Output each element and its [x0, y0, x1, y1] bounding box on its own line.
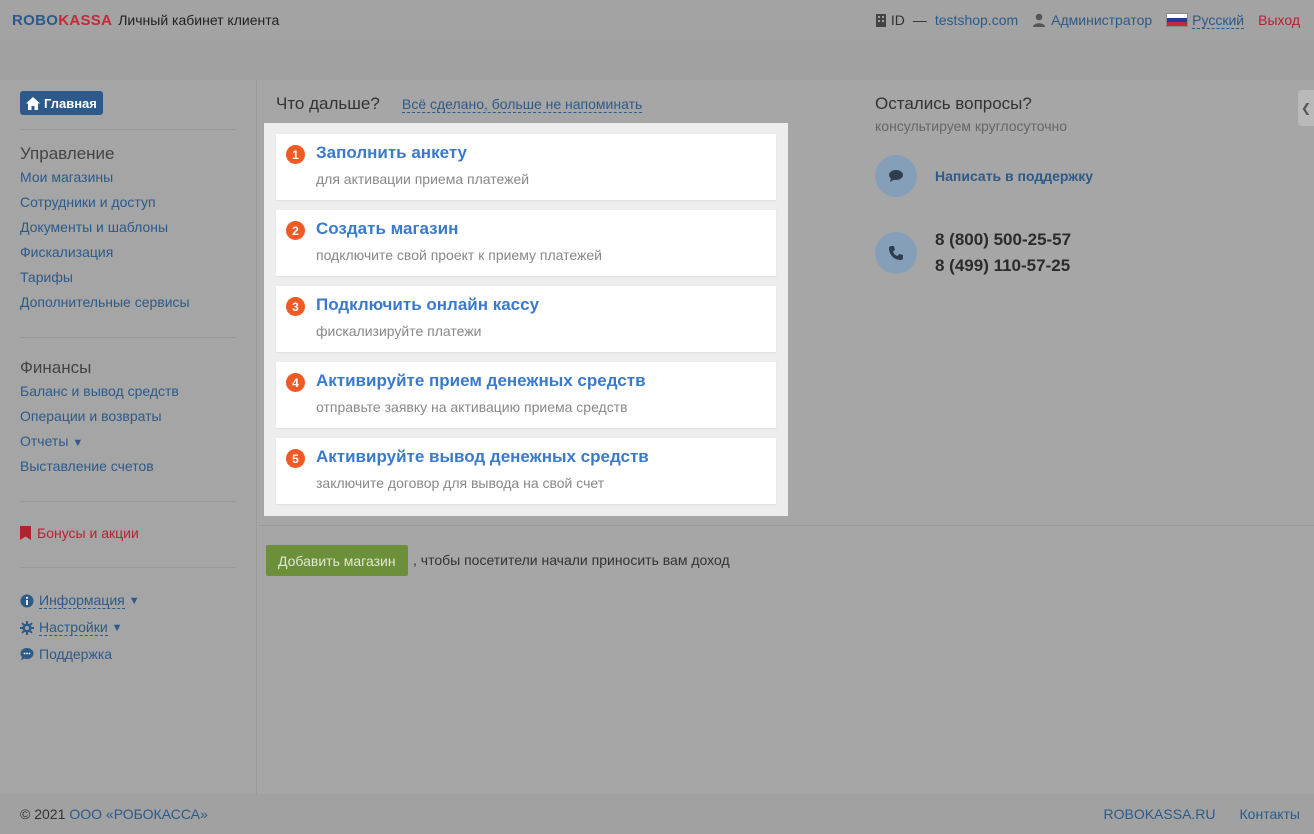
add-shop-button[interactable]: Добавить магазин [266, 545, 408, 576]
logo-robo-text: ROBO [12, 11, 59, 29]
company-link[interactable]: ООО «РОБОКАССА» [69, 806, 207, 822]
step-description: подключите свой проект к приему платежей [316, 247, 602, 263]
phone-number-1[interactable]: 8 (800) 500-25-57 [935, 230, 1071, 250]
contacts-link[interactable]: Контакты [1240, 806, 1300, 822]
user-menu[interactable]: Администратор [1032, 12, 1152, 28]
copyright: © 2021 [20, 806, 66, 822]
sidebar-item-fiscalization[interactable]: Фискализация [20, 244, 113, 260]
top-header: ROBOKASSA Личный кабинет клиента ID — te… [0, 0, 1314, 40]
sidebar-item-operations[interactable]: Операции и возвраты [20, 408, 162, 424]
site-link[interactable]: ROBOKASSA.RU [1103, 806, 1215, 822]
step-card[interactable]: 5 Активируйте вывод денежных средств зак… [276, 438, 776, 504]
step-description: заключите договор для вывода на свой сче… [316, 475, 605, 491]
sidebar-item-services[interactable]: Дополнительные сервисы [20, 294, 190, 310]
finance-title: Финансы [20, 358, 92, 377]
sidebar: Главная Управление Мои магазины Сотрудни… [0, 80, 257, 794]
sidebar-divider [20, 337, 236, 338]
step-title[interactable]: Создать магазин [316, 219, 458, 239]
main-content: Что дальше? Всё сделано, больше не напом… [258, 80, 1314, 794]
caret-down-icon: ▼ [128, 594, 140, 607]
sidebar-item-staff[interactable]: Сотрудники и доступ [20, 194, 156, 210]
onboarding-steps: 1 Заполнить анкету для активации приема … [264, 123, 788, 516]
caret-down-icon: ▼ [72, 437, 84, 449]
step-title[interactable]: Заполнить анкету [316, 143, 467, 163]
questions-subtitle: консультируем круглосуточно [875, 118, 1068, 134]
step-number: 5 [286, 449, 305, 468]
whatnext-title: Что дальше? [276, 94, 380, 113]
footer: © 2021 ООО «РОБОКАССА» ROBOKASSA.RU Конт… [0, 794, 1314, 834]
step-card[interactable]: 3 Подключить онлайн кассу фискализируйте… [276, 286, 776, 352]
step-card[interactable]: 4 Активируйте прием денежных средств отп… [276, 362, 776, 428]
sidebar-divider [20, 567, 236, 568]
sidebar-item-invoices[interactable]: Выставление счетов [20, 458, 154, 474]
step-card[interactable]: 2 Создать магазин подключите свой проект… [276, 210, 776, 276]
collapse-panel-tab[interactable]: ❮ [1298, 90, 1314, 126]
sidebar-item-bonuses[interactable]: Бонусы и акции [20, 525, 139, 541]
cabinet-title: Личный кабинет клиента [118, 12, 280, 28]
support-label: Поддержка [39, 646, 113, 662]
step-title[interactable]: Активируйте вывод денежных средств [316, 447, 649, 467]
step-number: 2 [286, 221, 305, 240]
write-support-link[interactable]: Написать в поддержку [935, 168, 1093, 184]
step-number: 1 [286, 145, 305, 164]
sub-header [0, 40, 1314, 80]
step-title[interactable]: Активируйте прием денежных средств [316, 371, 646, 391]
step-card[interactable]: 1 Заполнить анкету для активации приема … [276, 134, 776, 200]
logout-label: Выход [1258, 12, 1300, 28]
sidebar-item-support[interactable]: Поддержка [20, 646, 112, 662]
chat-icon [20, 647, 34, 661]
shop-id: ID — testshop.com [875, 12, 1018, 28]
sidebar-item-tariffs[interactable]: Тарифы [20, 269, 73, 285]
info-icon [20, 594, 34, 608]
sidebar-item-my-shops[interactable]: Мои магазины [20, 169, 113, 185]
home-icon [26, 96, 40, 110]
home-label: Главная [44, 95, 97, 111]
info-label: Информация [39, 592, 125, 609]
bonuses-label: Бонусы и акции [37, 525, 139, 541]
phone-icon [875, 232, 917, 274]
sidebar-item-info[interactable]: Информация ▼ [20, 592, 140, 609]
robokassa-logo[interactable]: ROBOKASSA [12, 12, 112, 29]
id-label: ID [890, 12, 905, 28]
russian-flag-icon [1166, 13, 1189, 27]
user-icon [1033, 13, 1046, 27]
phone-number-2[interactable]: 8 (499) 110-57-25 [935, 256, 1070, 276]
add-shop-hint: , чтобы посетители начали приносить вам … [413, 552, 730, 568]
reports-label: Отчеты [20, 433, 69, 449]
step-title[interactable]: Подключить онлайн кассу [316, 295, 539, 315]
language-label: Русский [1192, 11, 1245, 29]
bookmark-icon [20, 526, 31, 540]
building-icon [875, 14, 886, 27]
sidebar-item-reports[interactable]: Отчеты ▼ [20, 433, 83, 449]
step-description: фискализируйте платежи [316, 323, 482, 339]
management-title: Управление [20, 144, 115, 163]
sidebar-item-balance[interactable]: Баланс и вывод средств [20, 383, 179, 399]
shop-link[interactable]: testshop.com [935, 12, 1018, 28]
home-button[interactable]: Главная [20, 91, 103, 115]
language-selector[interactable]: Русский [1166, 11, 1245, 29]
step-description: отправьте заявку на активацию приема сре… [316, 399, 628, 415]
gear-icon [20, 620, 34, 635]
sidebar-divider [20, 501, 236, 502]
chevron-left-icon: ❮ [1300, 101, 1312, 115]
caret-down-icon: ▼ [111, 621, 123, 634]
chat-bubble-icon [875, 155, 917, 197]
settings-label: Настройки [39, 619, 108, 636]
step-number: 4 [286, 373, 305, 392]
sidebar-item-settings[interactable]: Настройки ▼ [20, 619, 123, 636]
sidebar-divider [20, 129, 236, 130]
step-description: для активации приема платежей [316, 171, 530, 187]
step-number: 3 [286, 297, 305, 316]
sidebar-item-documents[interactable]: Документы и шаблоны [20, 219, 168, 235]
id-dash: — [912, 12, 927, 28]
user-name: Администратор [1051, 12, 1153, 28]
dismiss-link[interactable]: Всё сделано, больше не напоминать [402, 96, 643, 113]
logout-link[interactable]: Выход [1258, 12, 1300, 28]
questions-title: Остались вопросы? [875, 94, 1032, 113]
logo-kassa-text: KASSA [58, 11, 113, 29]
main-divider [258, 525, 1314, 526]
